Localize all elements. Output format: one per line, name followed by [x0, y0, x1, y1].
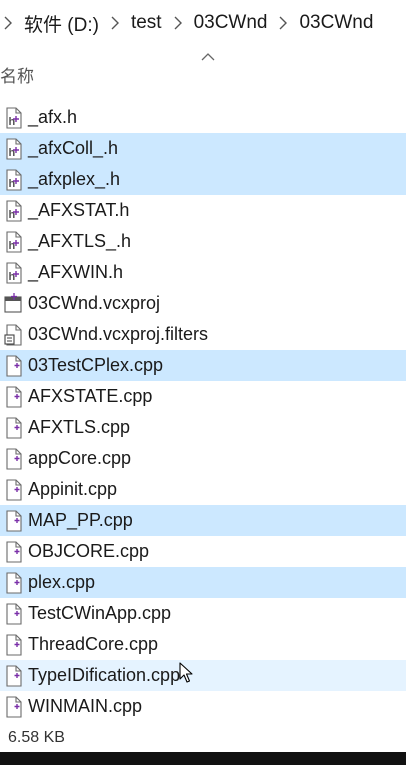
file-row[interactable]: AFXSTATE.cpp: [0, 381, 406, 412]
h-file-icon: h: [2, 168, 24, 192]
cpp-file-icon: [2, 478, 24, 502]
breadcrumb-item-drive[interactable]: 软件 (D:): [24, 10, 99, 37]
file-name: 03CWnd.vcxproj: [28, 293, 161, 313]
file-row[interactable]: ThreadCore.cpp: [0, 629, 406, 660]
file-name: _afx.h: [28, 107, 78, 127]
cpp-file-icon: [2, 447, 24, 471]
file-row[interactable]: h _AFXTLS_.h: [0, 226, 406, 257]
cpp-file-icon: [2, 509, 24, 533]
status-bar: 6.58 KB: [0, 724, 406, 752]
file-name: AFXTLS.cpp: [28, 417, 131, 437]
breadcrumb-item-test[interactable]: test: [131, 12, 162, 34]
file-name: _afxColl_.h: [28, 138, 119, 158]
file-row[interactable]: TypeIDification.cpp: [0, 660, 406, 691]
cpp-file-icon: [2, 695, 24, 719]
svg-text:h: h: [9, 240, 16, 252]
file-name: TestCWinApp.cpp: [28, 603, 172, 623]
file-row[interactable]: h _afxplex_.h: [0, 164, 406, 195]
h-file-icon: h: [2, 230, 24, 254]
svg-text:h: h: [9, 116, 16, 128]
h-file-icon: h: [2, 261, 24, 285]
file-row[interactable]: MAP_PP.cpp: [0, 505, 406, 536]
cpp-file-icon: [2, 664, 24, 688]
file-row[interactable]: Appinit.cpp: [0, 474, 406, 505]
file-name: ThreadCore.cpp: [28, 634, 159, 654]
file-name: _afxplex_.h: [28, 169, 121, 189]
svg-text:h: h: [9, 147, 16, 159]
file-row[interactable]: h _AFXWIN.h: [0, 257, 406, 288]
name-column-header[interactable]: 名称: [0, 62, 34, 87]
chevron-right-icon[interactable]: [279, 16, 288, 30]
svg-text:h: h: [9, 178, 16, 190]
file-name: OBJCORE.cpp: [28, 541, 150, 561]
file-explorer-window: 软件 (D:) test 03CWnd 03CWnd 名称 h _afx.h h _a…: [0, 0, 406, 765]
file-name: WINMAIN.cpp: [28, 696, 143, 716]
breadcrumb-item-03cwnd-current[interactable]: 03CWnd: [299, 12, 373, 34]
file-row[interactable]: h _AFXSTAT.h: [0, 195, 406, 226]
file-row[interactable]: h _afx.h: [0, 102, 406, 133]
file-name: 03TestCPlex.cpp: [28, 355, 164, 375]
file-name: Appinit.cpp: [28, 479, 118, 499]
h-file-icon: h: [2, 106, 24, 130]
chevron-right-icon[interactable]: [111, 16, 119, 30]
file-name: TypeIDification.cpp: [28, 665, 181, 685]
file-row[interactable]: h _afxColl_.h: [0, 133, 406, 164]
chevron-right-icon[interactable]: [174, 16, 182, 30]
selected-size: 6.58 KB: [8, 729, 65, 746]
file-row[interactable]: plex.cpp: [0, 567, 406, 598]
vcxproj-file-icon: [2, 292, 24, 316]
cpp-file-icon: [2, 354, 24, 378]
breadcrumb-item-03cwnd[interactable]: 03CWnd: [194, 12, 268, 34]
file-row[interactable]: 03TestCPlex.cpp: [0, 350, 406, 381]
file-row[interactable]: 03CWnd.vcxproj: [0, 288, 406, 319]
cpp-file-icon: [2, 416, 24, 440]
h-file-icon: h: [2, 199, 24, 223]
file-name: 03CWnd.vcxproj.filters: [28, 324, 209, 344]
file-name: MAP_PP.cpp: [28, 510, 133, 530]
cpp-file-icon: [2, 540, 24, 564]
filters-file-icon: [2, 323, 24, 347]
file-row[interactable]: appCore.cpp: [0, 443, 406, 474]
h-file-icon: h: [2, 137, 24, 161]
cpp-file-icon: [2, 385, 24, 409]
file-row[interactable]: AFXTLS.cpp: [0, 412, 406, 443]
file-name: _AFXSTAT.h: [28, 200, 130, 220]
file-name: _AFXWIN.h: [28, 262, 124, 282]
file-name: appCore.cpp: [28, 448, 132, 468]
taskbar-edge: [0, 752, 406, 765]
file-name: AFXSTATE.cpp: [28, 386, 153, 406]
breadcrumb: 软件 (D:) test 03CWnd 03CWnd: [0, 0, 406, 46]
file-row[interactable]: 03CWnd.vcxproj.filters: [0, 319, 406, 350]
file-list: h _afx.h h _afxColl_.h h _afxplex_.h h _AFXSTAT…: [0, 102, 406, 722]
file-row[interactable]: WINMAIN.cpp: [0, 691, 406, 722]
file-row[interactable]: TestCWinApp.cpp: [0, 598, 406, 629]
svg-text:h: h: [9, 271, 16, 283]
file-name: plex.cpp: [28, 572, 96, 592]
sort-ascending-icon: [201, 53, 215, 61]
cpp-file-icon: [2, 633, 24, 657]
svg-text:h: h: [9, 209, 16, 221]
cpp-file-icon: [2, 571, 24, 595]
cpp-file-icon: [2, 602, 24, 626]
file-row[interactable]: OBJCORE.cpp: [0, 536, 406, 567]
file-name: _AFXTLS_.h: [28, 231, 132, 251]
chevron-right-icon[interactable]: [4, 16, 12, 30]
